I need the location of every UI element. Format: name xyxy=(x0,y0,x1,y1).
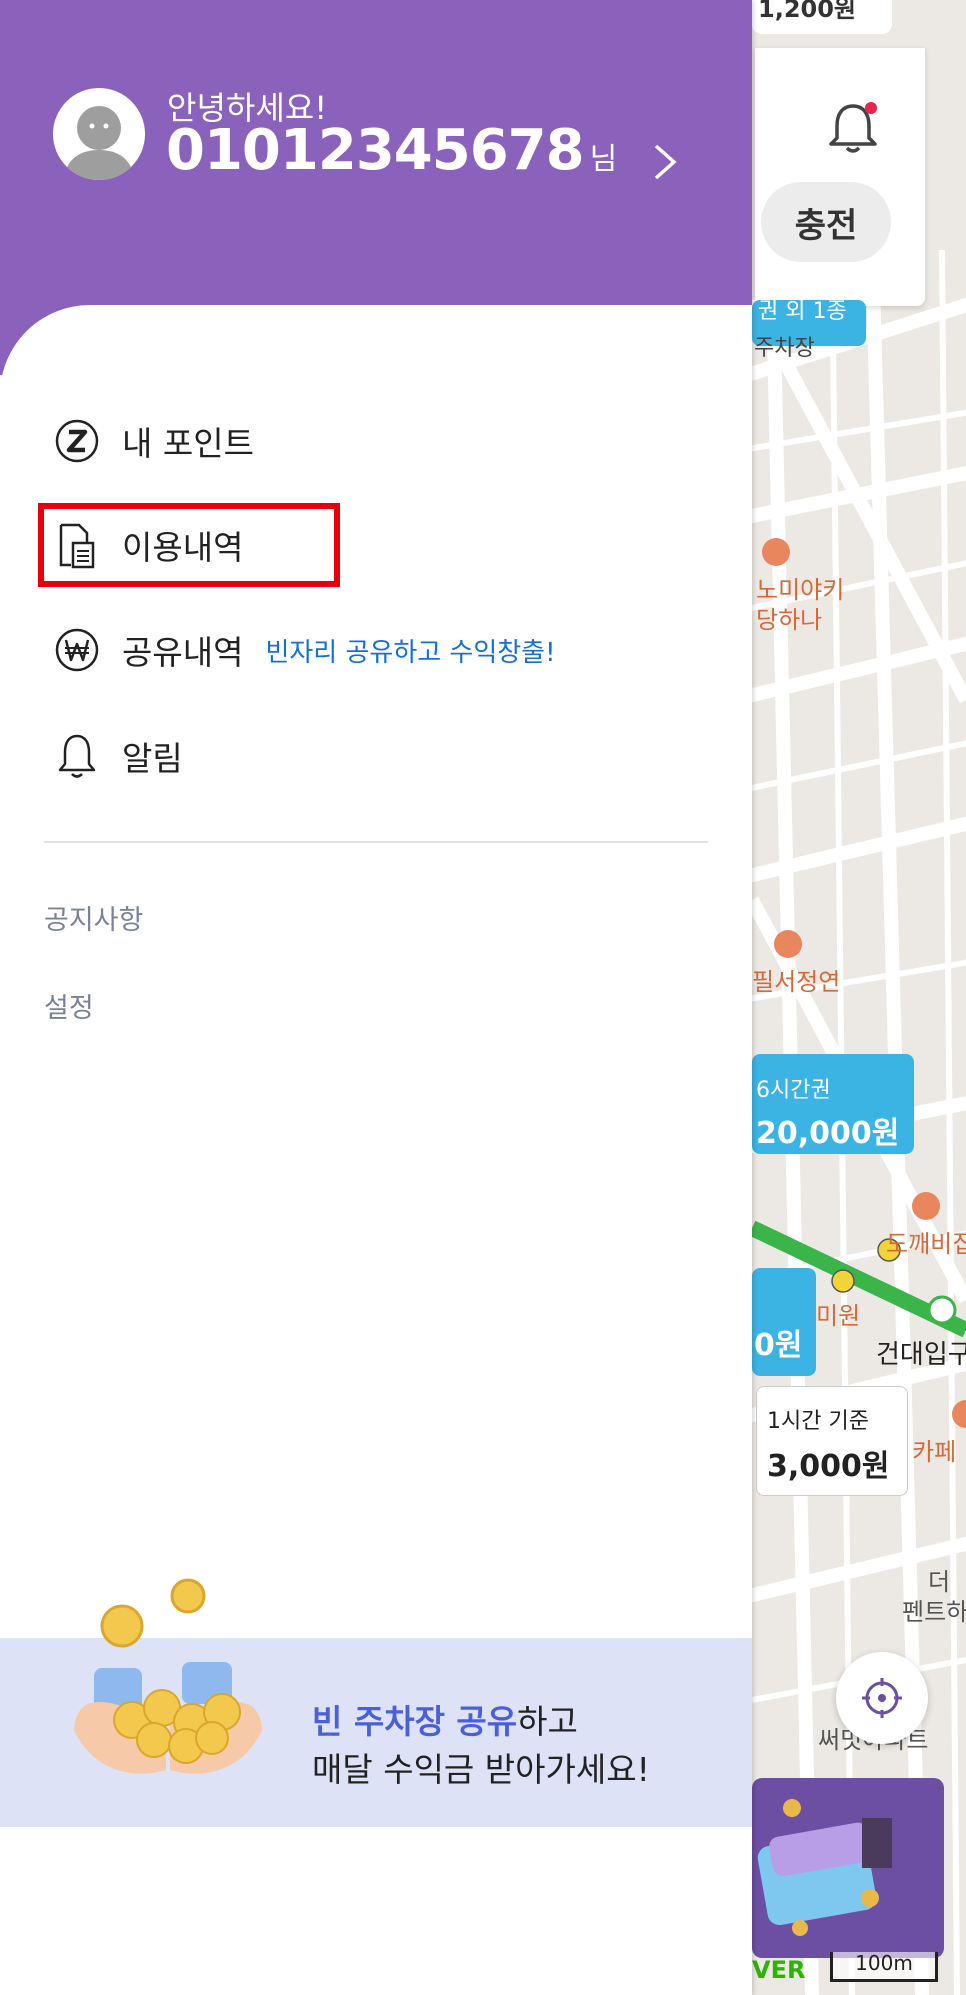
map-ad-banner[interactable] xyxy=(752,1778,944,1958)
price-tag-top-text: 1,200원 xyxy=(758,0,856,23)
menu-label-points: 내 포인트 xyxy=(122,424,254,463)
honorific-text: 님 xyxy=(589,142,618,177)
price-tag-6h-price: 20,000원 xyxy=(756,1116,900,1151)
notices-link[interactable]: 공지사항 xyxy=(44,898,143,937)
map-view[interactable]: 1,200원 충전 권 외 1종 주차장 노미야키 당하나 필서정연 6시간권 … xyxy=(752,0,966,1995)
menu-label-notifications: 알림 xyxy=(122,739,183,778)
header-curve xyxy=(0,305,752,395)
map-scale-bar: 100m xyxy=(830,1952,938,1982)
naver-logo: VER xyxy=(752,1956,806,1984)
bell-outline-icon xyxy=(52,731,102,781)
price-tag-1h-price: 3,000원 xyxy=(767,1449,890,1484)
banner-line1-rest: 하고 xyxy=(517,1702,578,1741)
banner-line2: 매달 수익금 받아가세요! xyxy=(312,1750,650,1789)
z-point-icon xyxy=(52,416,102,466)
side-drawer: 안녕하세요! 01012345678 님 내 포인트 이용내역 공유내역 빈자리 … xyxy=(0,0,752,1995)
map-label-station: 건대입구 xyxy=(876,1340,966,1370)
map-label-parking: 주차장 xyxy=(754,336,815,361)
map-label-poi-4: 미원 xyxy=(816,1302,861,1330)
menu-label-share-history: 공유내역 xyxy=(122,633,244,672)
map-label-poi-3: 도깨비집 xyxy=(886,1230,966,1258)
cafe-marker[interactable] xyxy=(774,930,802,958)
price-tag-6h-label: 6시간권 xyxy=(756,1078,831,1103)
banner-text: 빈 주차장 공유하고 매달 수익금 받아가세요! xyxy=(312,1698,650,1794)
user-avatar-icon xyxy=(63,106,135,180)
restaurant-marker-2[interactable] xyxy=(912,1192,940,1220)
price-tag-upper-line1: 권 외 1종 xyxy=(758,299,847,324)
won-currency-icon xyxy=(52,625,102,675)
highlight-annotation-box xyxy=(38,503,340,587)
wallet-coins-illustration xyxy=(757,1799,892,1936)
price-tag-6h[interactable]: 6시간권 20,000원 xyxy=(752,1054,914,1154)
coins-hands-illustration xyxy=(74,1578,262,1774)
price-tag-1h-label: 1시간 기준 xyxy=(767,1409,869,1434)
map-label-poi-1b: 당하나 xyxy=(756,606,823,634)
phone-number-text: 01012345678 xyxy=(166,118,585,183)
share-promo-text[interactable]: 빈자리 공유하고 수익창출! xyxy=(265,632,555,669)
price-tag-top[interactable]: 1,200원 xyxy=(752,0,892,34)
map-control-panel: 충전 xyxy=(755,48,925,306)
price-tag-1h[interactable]: 1시간 기준 3,000원 xyxy=(756,1386,908,1496)
map-notification-button[interactable] xyxy=(823,98,883,158)
menu-item-notifications[interactable]: 알림 xyxy=(52,726,183,786)
price-tag-left-price: 0원 xyxy=(754,1328,803,1363)
avatar[interactable] xyxy=(53,88,145,180)
menu-item-points[interactable]: 내 포인트 xyxy=(52,411,254,471)
menu-item-share-history[interactable]: 공유내역 빈자리 공유하고 수익창출! xyxy=(52,620,556,680)
map-label-poi-2: 필서정연 xyxy=(752,968,841,996)
user-phone-number[interactable]: 01012345678 님 xyxy=(166,118,618,183)
current-location-button[interactable] xyxy=(836,1652,928,1744)
map-label-poi-5: 카페 xyxy=(912,1438,957,1466)
restaurant-marker-1[interactable] xyxy=(762,538,790,566)
notification-badge xyxy=(865,102,877,114)
banner-line1: 빈 주차장 공유하고 xyxy=(312,1698,650,1746)
crosshair-icon xyxy=(862,1678,902,1718)
banner-highlight: 빈 주차장 공유 xyxy=(312,1702,518,1741)
settings-link[interactable]: 설정 xyxy=(44,986,94,1025)
charge-button[interactable]: 충전 xyxy=(761,182,891,262)
price-tag-left[interactable]: 0원 xyxy=(752,1268,816,1376)
map-label-poi-6b: 펜트하 xyxy=(902,1598,966,1626)
menu-divider xyxy=(44,841,708,843)
chevron-right-icon[interactable] xyxy=(652,142,678,186)
